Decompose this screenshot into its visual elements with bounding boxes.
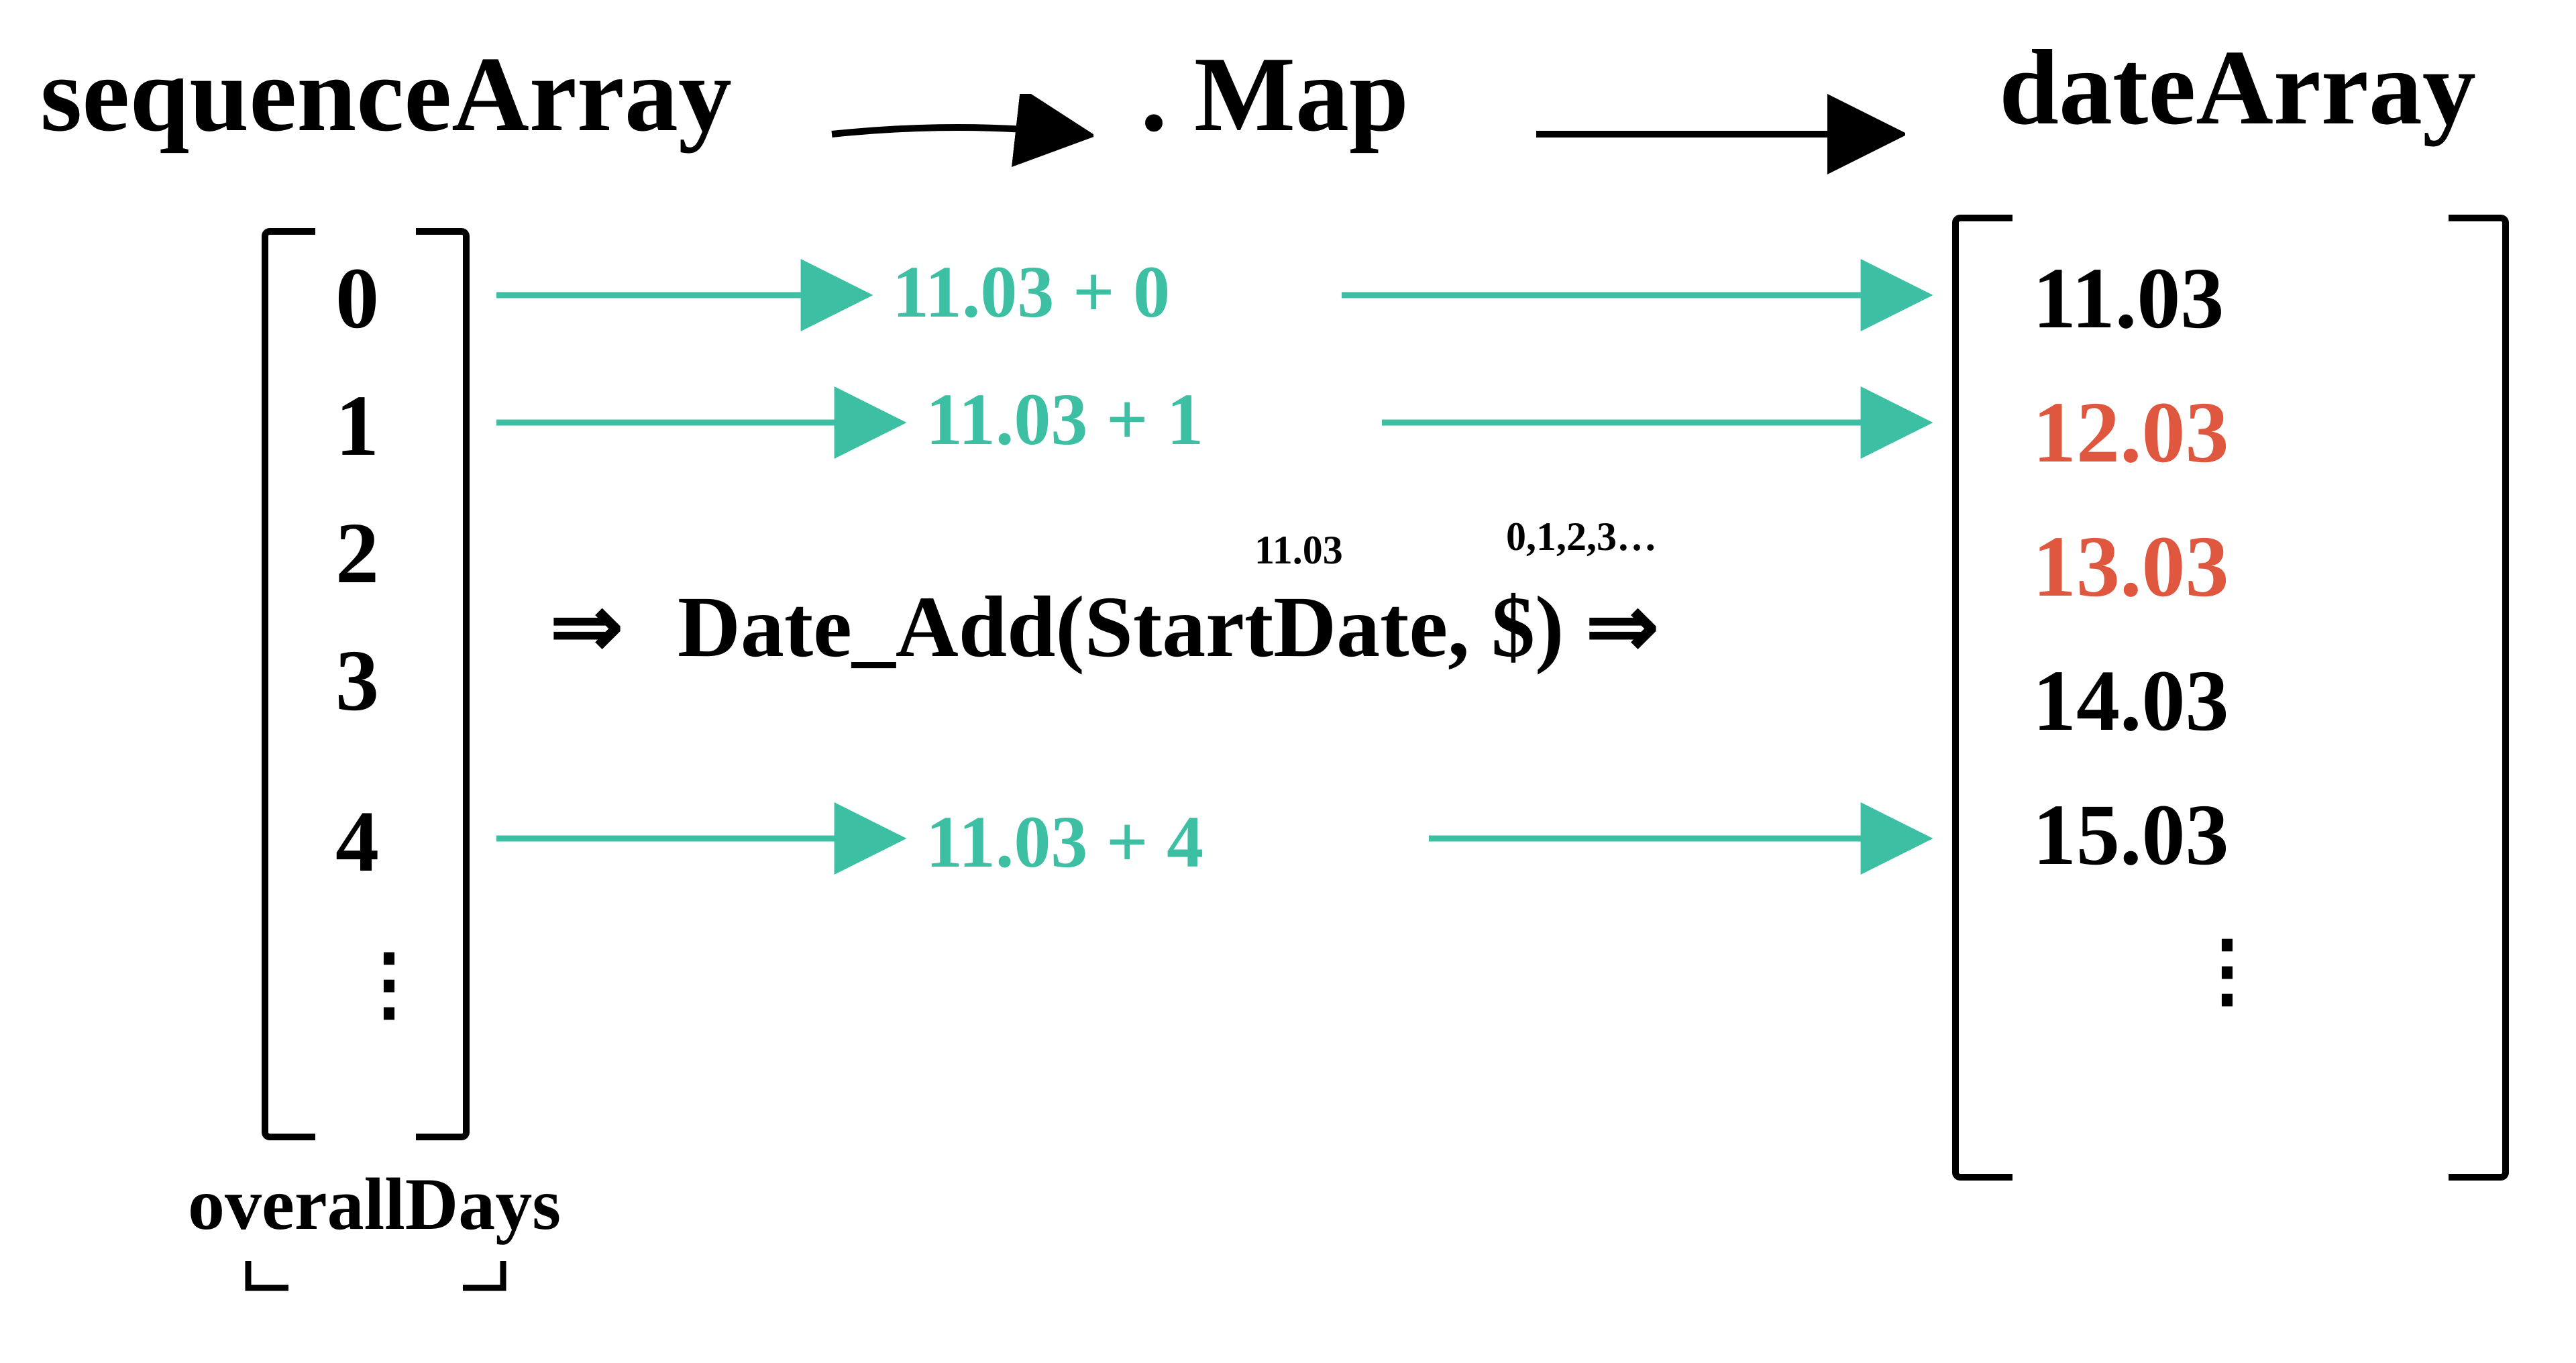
date-val-2: 13.03 [2033,523,2229,610]
map-expr-row4: 11.03 + 4 [926,805,1203,879]
formula-leading-arrow: ⇒ [550,584,623,671]
diagram-stage: sequenceArray . Map dateArray 0 1 2 3 4 … [0,0,2576,1363]
date-val-0: 11.03 [2033,255,2224,342]
date-ellipsis: ⋮ [2187,952,2267,989]
date-val-3: 14.03 [2033,657,2229,745]
date-val-4: 15.03 [2033,792,2229,879]
date-array-bracket-left [1952,215,2012,1181]
map-expr-row0: 11.03 + 0 [892,255,1170,329]
date-array-bracket-right [2449,215,2509,1181]
date-val-1: 12.03 [2033,389,2229,476]
formula-text: Date_Add(StartDate, $) ⇒ [678,584,1659,671]
formula-index-note: 0,1,2,3… [1506,516,1657,557]
map-expr-row1: 11.03 + 1 [926,382,1203,456]
formula-startdate-note: 11.03 [1254,530,1343,570]
